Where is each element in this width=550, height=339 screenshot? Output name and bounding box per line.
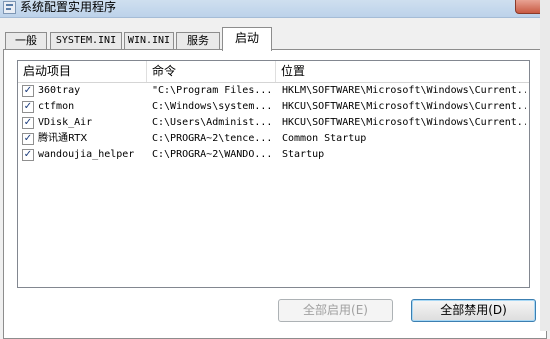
tab-system-ini-label: SYSTEM.INI xyxy=(55,35,117,46)
startup-item-name: 腾讯通RTX xyxy=(38,133,88,144)
list-header: 启动项目 命令 位置 xyxy=(18,61,529,83)
window-title: 系统配置实用程序 xyxy=(20,0,117,14)
tab-services[interactable]: 服务 xyxy=(176,32,220,50)
startup-item-command: "C:\Program Files... xyxy=(152,85,273,96)
tab-services-label: 服务 xyxy=(187,34,209,47)
startup-item-name: 360tray xyxy=(38,85,81,96)
checkbox[interactable]: ✓ xyxy=(22,133,34,145)
table-row[interactable]: ✓ 360tray "C:\Program Files... HKLM\SOFT… xyxy=(18,83,529,99)
tab-startup[interactable]: 启动 xyxy=(222,27,272,51)
column-header-command[interactable]: 命令 xyxy=(147,61,276,82)
checkbox[interactable]: ✓ xyxy=(22,149,34,161)
table-row[interactable]: ✓ 腾讯通RTX C:\PROGRA~2\tence... Common Sta… xyxy=(18,131,529,147)
app-icon xyxy=(3,1,16,14)
table-row[interactable]: ✓ VDisk_Air C:\Users\Administ... HKCU\SO… xyxy=(18,115,529,131)
tab-win-ini[interactable]: WIN.INI xyxy=(124,32,174,50)
startup-item-command: C:\Windows\system... xyxy=(152,101,273,112)
startup-item-location: Startup xyxy=(282,149,325,160)
startup-item-name: VDisk_Air xyxy=(38,117,93,128)
tab-system-ini[interactable]: SYSTEM.INI xyxy=(50,32,122,50)
startup-item-name: wandoujia_helper xyxy=(38,149,135,160)
tab-win-ini-label: WIN.INI xyxy=(127,35,171,46)
table-row[interactable]: ✓ wandoujia_helper C:\PROGRA~2\WANDO... … xyxy=(18,147,529,163)
checkbox[interactable]: ✓ xyxy=(22,117,34,129)
column-header-location[interactable]: 位置 xyxy=(276,61,529,82)
startup-item-name: ctfmon xyxy=(38,101,75,112)
checkbox[interactable]: ✓ xyxy=(22,85,34,97)
startup-list[interactable]: 启动项目 命令 位置 ✓ 360tray "C:\Program Files..… xyxy=(17,60,530,288)
startup-item-location: HKLM\SOFTWARE\Microsoft\Windows\Current.… xyxy=(282,85,526,96)
disable-all-button[interactable]: 全部禁用(D) xyxy=(411,299,536,322)
tab-general-label: 一般 xyxy=(15,34,37,47)
title-bar: 系统配置实用程序 xyxy=(0,0,550,18)
column-header-item[interactable]: 启动项目 xyxy=(18,61,147,82)
startup-item-location: HKCU\SOFTWARE\Microsoft\Windows\Current.… xyxy=(282,117,526,128)
startup-item-command: C:\Users\Administ... xyxy=(152,117,273,128)
enable-all-button[interactable]: 全部启用(E) xyxy=(278,299,393,322)
startup-item-command: C:\PROGRA~2\WANDO... xyxy=(152,149,273,160)
startup-item-command: C:\PROGRA~2\tence... xyxy=(152,133,273,144)
checkbox[interactable]: ✓ xyxy=(22,101,34,113)
tab-general[interactable]: 一般 xyxy=(5,32,47,50)
table-row[interactable]: ✓ ctfmon C:\Windows\system... HKCU\SOFTW… xyxy=(18,99,529,115)
tab-startup-label: 启动 xyxy=(234,31,259,45)
startup-item-location: HKCU\SOFTWARE\Microsoft\Windows\Current.… xyxy=(282,101,526,112)
startup-item-location: Common Startup xyxy=(282,133,367,144)
window-edge xyxy=(540,0,550,331)
